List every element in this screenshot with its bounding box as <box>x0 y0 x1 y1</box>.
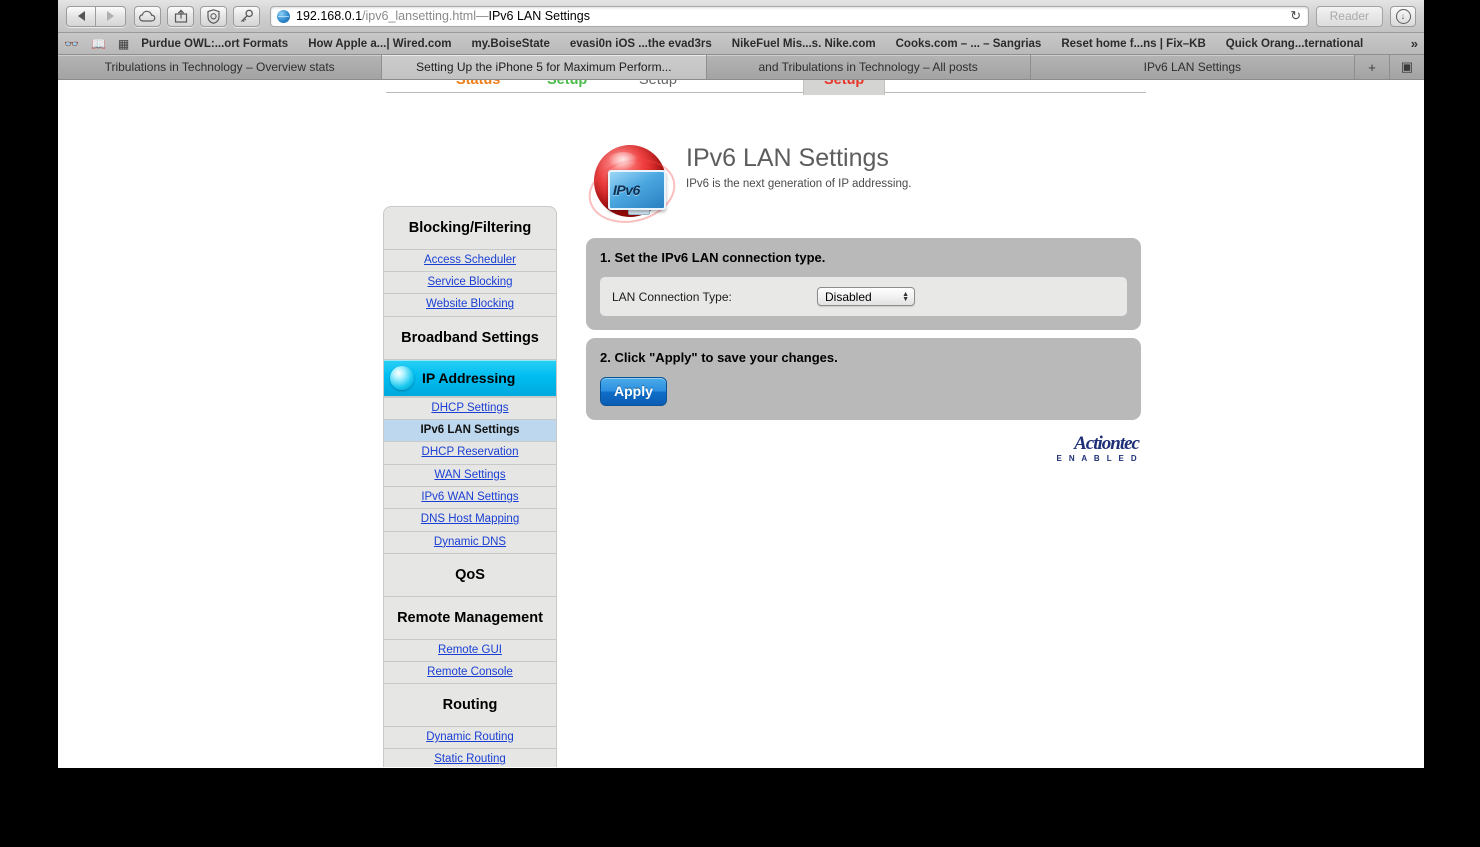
topnav-item-setup-green[interactable]: Setup <box>547 80 587 88</box>
bookmark-item[interactable]: NikeFuel Mis...s. Nike.com <box>732 38 876 50</box>
shield-icon <box>207 8 220 24</box>
sidebar-item-dhcp-reservation[interactable]: DHCP Reservation <box>384 441 556 463</box>
step2-title: 2. Click "Apply" to save your changes. <box>600 350 838 365</box>
key-icon <box>240 9 253 22</box>
sidebar-item-dynamic-dns[interactable]: Dynamic DNS <box>384 530 556 553</box>
browser-toolbar: 192.168.0.1 /ipv6_lansetting.html — IPv6… <box>58 0 1424 33</box>
sidebar-heading-remote-management: Remote Management <box>384 595 556 639</box>
browser-window: 192.168.0.1 /ipv6_lansetting.html — IPv6… <box>58 0 1424 768</box>
step1-title: 1. Set the IPv6 LAN connection type. <box>600 250 826 265</box>
topnav-item-setup-gray[interactable]: Setup <box>639 80 677 88</box>
reading-glasses-icon[interactable]: 👓 <box>64 37 79 51</box>
password-manager-button[interactable] <box>200 5 227 27</box>
sphere-highlight <box>608 152 638 170</box>
step2-panel: 2. Click "Apply" to save your changes. A… <box>586 338 1141 420</box>
browser-tab[interactable]: IPv6 LAN Settings <box>1030 55 1355 79</box>
url-separator: — <box>476 9 489 23</box>
page-viewport: Status Setup Setup Setup Blocking/Filter… <box>58 80 1424 767</box>
bookmark-item[interactable]: my.BoiseState <box>471 38 549 50</box>
reload-button[interactable]: ↻ <box>1284 7 1308 26</box>
router-top-nav: Status Setup Setup Setup <box>58 80 1424 102</box>
sidebar-heading-qos: QoS <box>384 553 556 596</box>
icloud-tabs-button[interactable] <box>134 5 161 27</box>
step1-panel: 1. Set the IPv6 LAN connection type. LAN… <box>586 238 1141 330</box>
topnav-item-status[interactable]: Status <box>456 80 500 88</box>
sidebar-heading-routing: Routing <box>384 683 556 726</box>
sidebar-heading-broadband: Broadband Settings <box>384 315 556 359</box>
sidebar-item-ipv6-lan-settings[interactable]: IPv6 LAN Settings <box>384 418 556 442</box>
topnav-divider <box>386 92 1146 93</box>
bookmark-item[interactable]: Cooks.com – ... – Sangrias <box>896 38 1042 50</box>
monitor-label: IPv6 <box>613 182 640 198</box>
reader-button[interactable]: Reader <box>1315 5 1383 27</box>
keychain-button[interactable] <box>233 5 260 27</box>
site-globe-icon <box>277 9 290 23</box>
forward-button[interactable] <box>96 5 126 27</box>
actiontec-wordmark: Actiontec <box>1074 433 1140 454</box>
page-title: IPv6 LAN Settings <box>686 144 889 172</box>
back-arrow-icon <box>77 11 85 21</box>
tab-bar: Tribulations in Technology – Overview st… <box>58 55 1424 80</box>
bookmark-item[interactable]: evasi0n iOS ...the evad3rs <box>570 38 712 50</box>
select-value: Disabled <box>825 289 872 304</box>
router-sidebar: Blocking/Filtering Access Scheduler Serv… <box>383 206 557 767</box>
sidebar-item-dhcp-settings[interactable]: DHCP Settings <box>384 396 556 419</box>
sidebar-item-label: IP Addressing <box>422 369 516 386</box>
sidebar-item-static-routing[interactable]: Static Routing <box>384 748 556 767</box>
nav-button-group <box>66 5 126 27</box>
lan-connection-type-select[interactable]: Disabled ▲ ▼ <box>817 287 915 306</box>
step1-field-row: LAN Connection Type: Disabled ▲ ▼ <box>600 277 1127 316</box>
sidebar-item-ip-addressing[interactable]: IP Addressing <box>384 358 556 397</box>
sidebar-item-wan-settings[interactable]: WAN Settings <box>384 463 556 486</box>
sidebar-heading-blocking: Blocking/Filtering <box>408 220 532 236</box>
url-path: /ipv6_lansetting.html <box>362 9 476 23</box>
sidebar-item-service-blocking[interactable]: Service Blocking <box>384 271 556 293</box>
sidebar-item-website-blocking[interactable]: Website Blocking <box>384 293 556 315</box>
bookmark-item[interactable]: Quick Orang...ternational <box>1226 38 1363 50</box>
share-icon <box>174 9 187 23</box>
bookmark-item[interactable]: Purdue OWL:...ort Formats <box>141 38 288 50</box>
tab-overview-button[interactable]: ▣ <box>1390 55 1424 79</box>
sidebar-item-access-scheduler[interactable]: Access Scheduler <box>384 248 556 271</box>
bookmarks-overflow-button[interactable]: » <box>1401 36 1418 51</box>
sidebar-item-dynamic-routing[interactable]: Dynamic Routing <box>384 725 556 748</box>
browser-tab-active[interactable]: Setting Up the iPhone 5 for Maximum Perf… <box>382 55 707 79</box>
forward-arrow-icon <box>107 11 114 21</box>
book-icon[interactable]: 📖 <box>91 37 106 51</box>
back-button[interactable] <box>66 5 96 27</box>
lan-connection-type-label: LAN Connection Type: <box>612 289 732 304</box>
sidebar-item-remote-gui[interactable]: Remote GUI <box>384 638 556 661</box>
sphere-icon <box>390 365 414 390</box>
url-host: 192.168.0.1 <box>296 9 363 23</box>
page-header-text: IPv6 LAN Settings IPv6 is the next gener… <box>686 144 912 191</box>
sidebar-item-remote-console[interactable]: Remote Console <box>384 660 556 683</box>
topnav-item-setup-red[interactable]: Setup <box>824 80 864 88</box>
actiontec-tagline: E N A B L E D <box>1056 454 1139 463</box>
monitor-shape: IPv6 <box>608 170 666 210</box>
address-bar[interactable]: 192.168.0.1 /ipv6_lansetting.html — IPv6… <box>270 5 1309 27</box>
actiontec-logo: Actiontec E N A B L E D <box>586 434 1141 463</box>
cloud-icon <box>139 10 156 22</box>
ipv6-globe-monitor-icon: IPv6 <box>581 144 683 232</box>
sidebar-item-ipv6-wan-settings[interactable]: IPv6 WAN Settings <box>384 486 556 508</box>
bookmark-item[interactable]: Reset home f...ns | Fix–KB <box>1061 38 1205 50</box>
apply-button[interactable]: Apply <box>600 377 667 406</box>
browser-tab[interactable]: Tribulations in Technology – Overview st… <box>58 55 383 79</box>
share-button[interactable] <box>167 5 194 27</box>
select-stepper-icon: ▲ ▼ <box>902 290 909 303</box>
router-main-panel: IPv6 IPv6 LAN Settings IPv6 is the next … <box>581 144 1141 463</box>
new-tab-button[interactable]: + <box>1355 55 1390 79</box>
sidebar-item-dns-host-mapping[interactable]: DNS Host Mapping <box>384 508 556 530</box>
bookmarks-bar: 👓 📖 ▦ Purdue OWL:...ort Formats How Appl… <box>58 33 1424 55</box>
url-page-title: IPv6 LAN Settings <box>488 9 590 23</box>
downloads-button[interactable]: ↓ <box>1390 5 1416 27</box>
page-header: IPv6 IPv6 LAN Settings IPv6 is the next … <box>581 144 1141 232</box>
browser-tab[interactable]: and Tribulations in Technology – All pos… <box>706 55 1031 79</box>
screen-bezel: 192.168.0.1 /ipv6_lansetting.html — IPv6… <box>0 0 1480 847</box>
bookmark-item[interactable]: How Apple a...| Wired.com <box>308 38 451 50</box>
download-icon: ↓ <box>1395 8 1411 24</box>
grid-icon[interactable]: ▦ <box>118 37 129 51</box>
page-subtitle: IPv6 is the next generation of IP addres… <box>686 178 912 190</box>
